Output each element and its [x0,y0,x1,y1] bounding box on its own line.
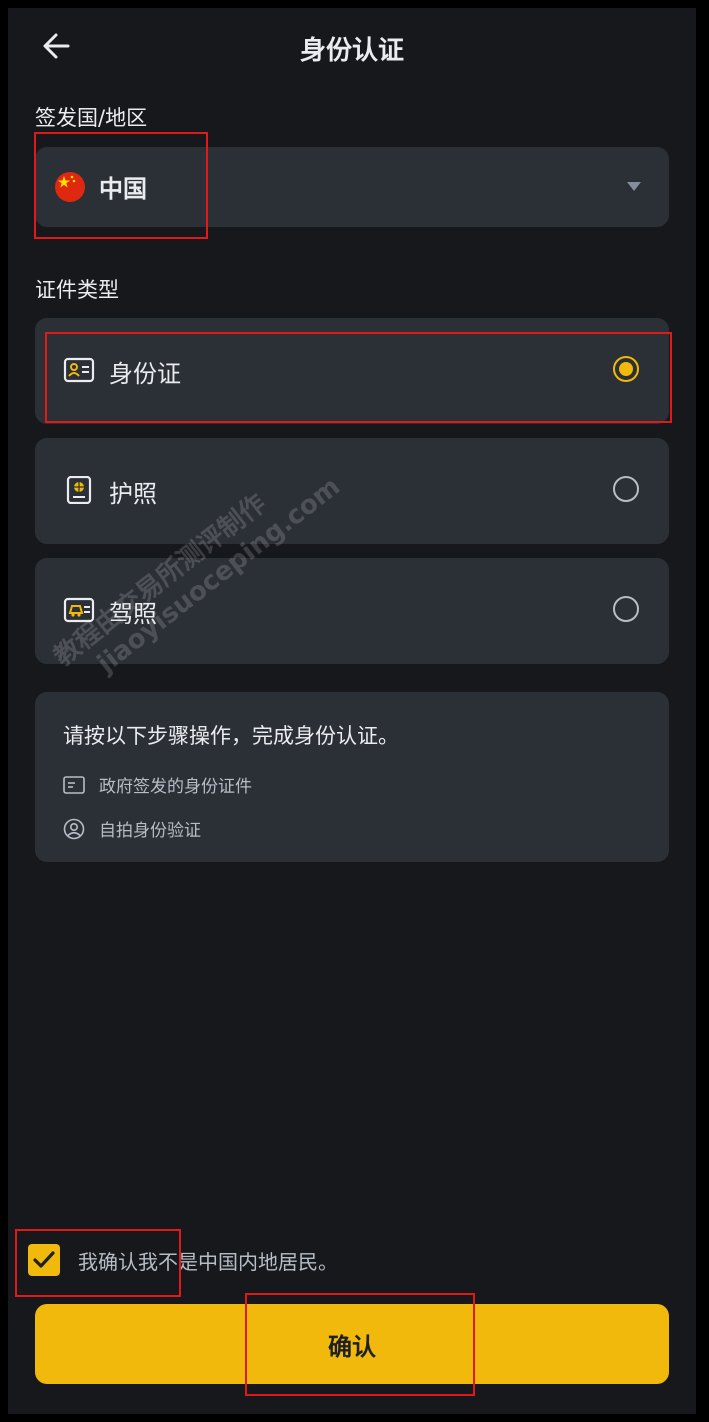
option-id-card[interactable]: 身份证 [35,318,669,424]
radio-selected[interactable] [613,356,639,382]
declaration-row[interactable]: 我确认我不是中国内地居民。 [28,1244,338,1276]
document-type-label: 证件类型 [35,278,119,302]
id-document-icon [63,775,85,794]
id-card-icon [63,357,95,383]
caret-down-icon [627,182,641,191]
declaration-text: 我确认我不是中国内地居民。 [78,1249,338,1274]
step-text: 自拍身份验证 [99,821,201,841]
option-label: 身份证 [109,360,181,388]
option-passport[interactable]: 护照 [35,438,669,544]
screenshot-frame: 身份认证 签发国/地区 中国 证件类型 身份证 护照 驾照 请按以下步骤操作，完… [0,0,709,1422]
option-label: 护照 [109,480,157,508]
checkmark-icon [33,1251,55,1268]
radio-unselected[interactable] [613,596,639,622]
face-icon [63,818,85,839]
step-item: 政府签发的身份证件 [63,772,252,797]
step-item: 自拍身份验证 [63,816,201,841]
passport-icon [66,476,92,504]
confirm-button[interactable]: 确认 [35,1304,669,1384]
identity-verification-screen: 身份认证 签发国/地区 中国 证件类型 身份证 护照 驾照 请按以下步骤操作，完… [8,8,696,1414]
issuing-country-label: 签发国/地区 [35,106,148,130]
china-flag-icon [55,172,85,202]
issuing-country-select[interactable]: 中国 [35,147,669,227]
page-title: 身份认证 [299,36,404,66]
step-text: 政府签发的身份证件 [99,777,252,797]
radio-unselected[interactable] [613,476,639,502]
instructions-title: 请按以下步骤操作，完成身份认证。 [63,724,399,748]
instructions-panel: 请按以下步骤操作，完成身份认证。 政府签发的身份证件 自拍身份验证 [35,692,669,862]
declaration-checkbox[interactable] [28,1244,60,1276]
selected-country: 中国 [99,175,147,203]
